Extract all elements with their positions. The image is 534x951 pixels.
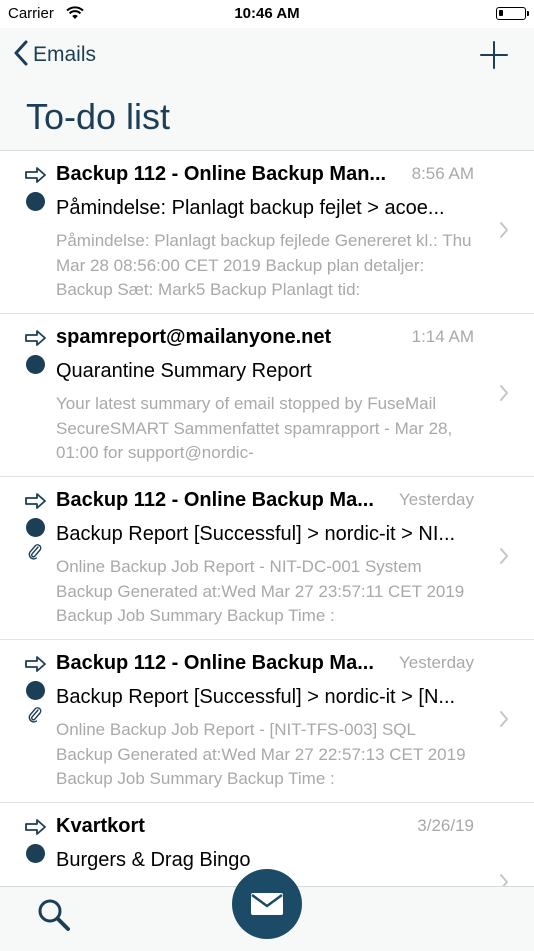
navigation-header: Emails To-do list <box>0 28 534 151</box>
chevron-right-icon <box>499 710 509 733</box>
unread-dot <box>26 681 45 700</box>
email-sender: spamreport@mailanyone.net <box>56 326 332 348</box>
chevron-right-icon <box>499 547 509 570</box>
email-date: Yesterday <box>399 653 474 672</box>
email-subject: Quarantine Summary Report <box>56 360 312 382</box>
plus-icon <box>480 41 508 69</box>
forward-arrow-icon <box>25 656 47 677</box>
search-icon <box>38 899 70 931</box>
unread-dot <box>26 355 45 374</box>
email-list: Backup 112 - Online Backup Man... 8:56 A… <box>0 151 534 886</box>
unread-dot <box>26 192 45 211</box>
email-sender: Backup 112 - Online Backup Man... <box>56 163 387 185</box>
battery-icon <box>496 7 529 20</box>
paperclip-icon <box>28 707 42 728</box>
email-preview: Your latest summary of email stopped by … <box>56 394 453 462</box>
forward-arrow-icon <box>25 167 47 188</box>
bottom-toolbar <box>0 869 534 951</box>
email-row[interactable]: Backup 112 - Online Backup Ma... Yesterd… <box>0 640 534 803</box>
status-bar: Carrier 10:46 AM <box>0 0 534 28</box>
page-title: To-do list <box>26 96 171 137</box>
unread-dot <box>26 844 45 863</box>
email-preview: Online Backup Job Report - NIT-DC-001 Sy… <box>56 557 465 625</box>
email-date: 8:56 AM <box>411 164 474 183</box>
compose-button[interactable] <box>232 869 302 939</box>
email-sender: Backup 112 - Online Backup Ma... <box>56 489 374 511</box>
email-subject: Påmindelse: Planlagt backup fejlet > aco… <box>56 197 445 219</box>
email-row[interactable]: Backup 112 - Online Backup Man... 8:56 A… <box>0 151 534 314</box>
email-row[interactable]: Backup 112 - Online Backup Ma... Yesterd… <box>0 477 534 640</box>
email-subject: Backup Report [Successful] > nordic-it >… <box>56 523 456 545</box>
email-sender: Kvartkort <box>56 815 145 837</box>
email-subject: Backup Report [Successful] > nordic-it >… <box>56 686 456 708</box>
clock: 10:46 AM <box>234 5 300 22</box>
email-row[interactable]: spamreport@mailanyone.net 1:14 AM Quaran… <box>0 314 534 477</box>
email-preview: Påmindelse: Planlagt backup fejlede Gene… <box>56 231 472 299</box>
add-button[interactable] <box>480 41 508 74</box>
email-preview: Online Backup Job Report - [NIT-TFS-003]… <box>56 720 466 788</box>
back-button-label: Emails <box>33 43 97 66</box>
forward-arrow-icon <box>25 819 47 840</box>
email-sender: Backup 112 - Online Backup Ma... <box>56 652 374 674</box>
email-date: 1:14 AM <box>411 327 474 346</box>
forward-arrow-icon <box>25 330 47 351</box>
search-button[interactable] <box>36 897 72 938</box>
forward-arrow-icon <box>25 493 47 514</box>
chevron-right-icon <box>499 873 509 886</box>
chevron-left-icon <box>14 40 28 71</box>
email-date: Yesterday <box>399 490 474 509</box>
email-date: 3/26/19 <box>417 816 474 835</box>
paperclip-icon <box>28 544 42 565</box>
back-button[interactable]: Emails <box>14 40 96 70</box>
unread-dot <box>26 518 45 537</box>
chevron-right-icon <box>499 384 509 407</box>
envelope-icon <box>251 893 283 915</box>
chevron-right-icon <box>499 221 509 244</box>
